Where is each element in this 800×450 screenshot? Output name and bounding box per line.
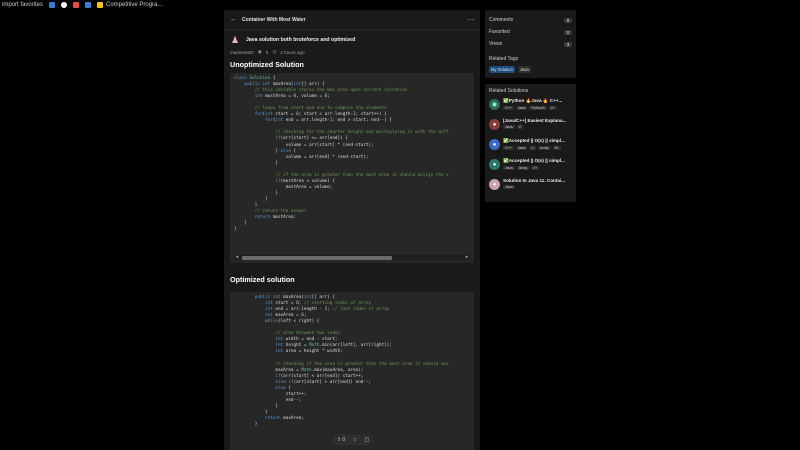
horizontal-scrollbar[interactable]: ◀ ▶ bbox=[234, 254, 470, 260]
related-solutions-title: Related Solutions bbox=[489, 88, 529, 94]
related-solutions-panel: Related Solutions ◉ ✅Python 🔥Java 🔥 C++.… bbox=[485, 84, 576, 202]
related-solution-tags: C++ Java Python3 2+ bbox=[503, 106, 557, 110]
bookmark-competitive-programming[interactable]: Competitive Progra... bbox=[97, 1, 162, 8]
comments-count: 0 bbox=[564, 17, 572, 23]
github-icon[interactable] bbox=[61, 1, 68, 8]
code-block-optimized[interactable]: public int maxArea(int[] arr) { int star… bbox=[230, 292, 474, 450]
tag-my-solution[interactable]: My Solution bbox=[489, 66, 515, 73]
solution-article: ← Container With Most Water ⋯ ♟ Java sol… bbox=[224, 10, 480, 450]
avatar: ◉ bbox=[489, 99, 500, 110]
bookmark-icon[interactable] bbox=[49, 1, 56, 8]
author-avatar[interactable]: ♟ bbox=[230, 34, 240, 46]
related-solution-item[interactable]: ◉ ✅Python 🔥Java 🔥 C++... C++ Java Python… bbox=[489, 98, 572, 114]
back-arrow-icon[interactable]: ← bbox=[230, 16, 238, 23]
folder-icon bbox=[97, 1, 104, 8]
stat-views: Views 3 bbox=[489, 38, 572, 50]
related-solution-title: ✅Python 🔥Java 🔥 C++... bbox=[503, 98, 563, 103]
author-name[interactable]: maniesta00 bbox=[230, 50, 254, 55]
scroll-right-icon[interactable]: ▶ bbox=[464, 254, 470, 260]
favorited-count: 0 bbox=[564, 29, 572, 35]
problem-title: Container With Most Water bbox=[242, 16, 306, 23]
eye-icon: ◉ bbox=[257, 49, 262, 54]
floating-action-bar: ⇧ 0 ☆ ▢ bbox=[333, 434, 373, 445]
article-topbar: ← Container With Most Water ⋯ bbox=[224, 10, 480, 30]
related-solution-item[interactable]: ● [Java/C++] Easiest Explana... Java C bbox=[489, 118, 572, 134]
related-solution-title: ✅Accepted || O(n) || simpl... bbox=[503, 158, 565, 163]
clock-icon: ◷ bbox=[272, 49, 277, 54]
related-solution-tags: C++ Java C Array 5+ bbox=[503, 146, 561, 150]
favorite-icon[interactable]: ☆ bbox=[353, 437, 357, 443]
related-solution-tags: Java Array 2+ bbox=[503, 166, 540, 170]
related-tags-title: Related Tags bbox=[489, 56, 519, 62]
related-solution-item[interactable]: ● ✅Accepted || O(n) || simpl... C++ Java… bbox=[489, 138, 572, 154]
upvote-icon: ⇧ bbox=[336, 436, 341, 443]
stat-comments: Comments 0 bbox=[489, 14, 572, 26]
stats-panel: Comments 0 Favorited 0 Views 3 Related T… bbox=[485, 10, 576, 78]
related-tags: My Solution Java bbox=[489, 66, 572, 73]
bookmarks-bar: import favorites Competitive Progra... bbox=[0, 0, 800, 9]
related-solution-title: [Java/C++] Easiest Explana... bbox=[503, 118, 567, 123]
avatar: ● bbox=[489, 139, 500, 150]
related-solution-tags: Java C bbox=[503, 125, 524, 129]
avatar: ● bbox=[489, 159, 500, 170]
related-solution-item[interactable]: ● Solution In Java 11. Contai... Java bbox=[489, 178, 572, 194]
avatar: ● bbox=[489, 179, 500, 190]
section-heading-unoptimized: Unoptimized Solution bbox=[230, 60, 304, 69]
more-options-icon[interactable]: ⋯ bbox=[467, 16, 474, 24]
stat-favorited: Favorited 0 bbox=[489, 26, 572, 38]
bookmark-icon[interactable] bbox=[73, 1, 80, 8]
scroll-thumb[interactable] bbox=[242, 255, 392, 260]
related-solution-item[interactable]: ● ✅Accepted || O(n) || simpl... Java Arr… bbox=[489, 158, 572, 174]
post-title: Java solution both bruteforce and optimi… bbox=[246, 37, 356, 43]
scroll-left-icon[interactable]: ◀ bbox=[234, 254, 240, 260]
bookmark-icon[interactable] bbox=[85, 1, 92, 8]
post-header: ♟ Java solution both bruteforce and opti… bbox=[224, 30, 480, 46]
related-solution-title: ✅Accepted || O(n) || simpl... bbox=[503, 138, 565, 143]
post-time: 2 hours ago bbox=[280, 49, 305, 55]
comment-icon[interactable]: ▢ bbox=[365, 437, 370, 443]
related-solution-tags: Java bbox=[503, 185, 515, 189]
bookmark-import-favorites[interactable]: import favorites bbox=[2, 2, 43, 8]
view-count: 0 bbox=[265, 49, 269, 55]
code-block-unoptimized[interactable]: class Solution { public int maxArea(int[… bbox=[230, 73, 474, 263]
section-heading-optimized: Optimized solution bbox=[230, 275, 295, 284]
views-count: 3 bbox=[564, 41, 572, 47]
avatar: ● bbox=[489, 119, 500, 130]
upvote-button[interactable]: ⇧ 0 bbox=[337, 437, 345, 443]
post-meta: maniesta00 ◉ 0 ◷ 2 hours ago bbox=[224, 46, 480, 55]
related-solution-title: Solution In Java 11. Contai... bbox=[503, 178, 566, 183]
tag-java[interactable]: Java bbox=[517, 66, 531, 73]
